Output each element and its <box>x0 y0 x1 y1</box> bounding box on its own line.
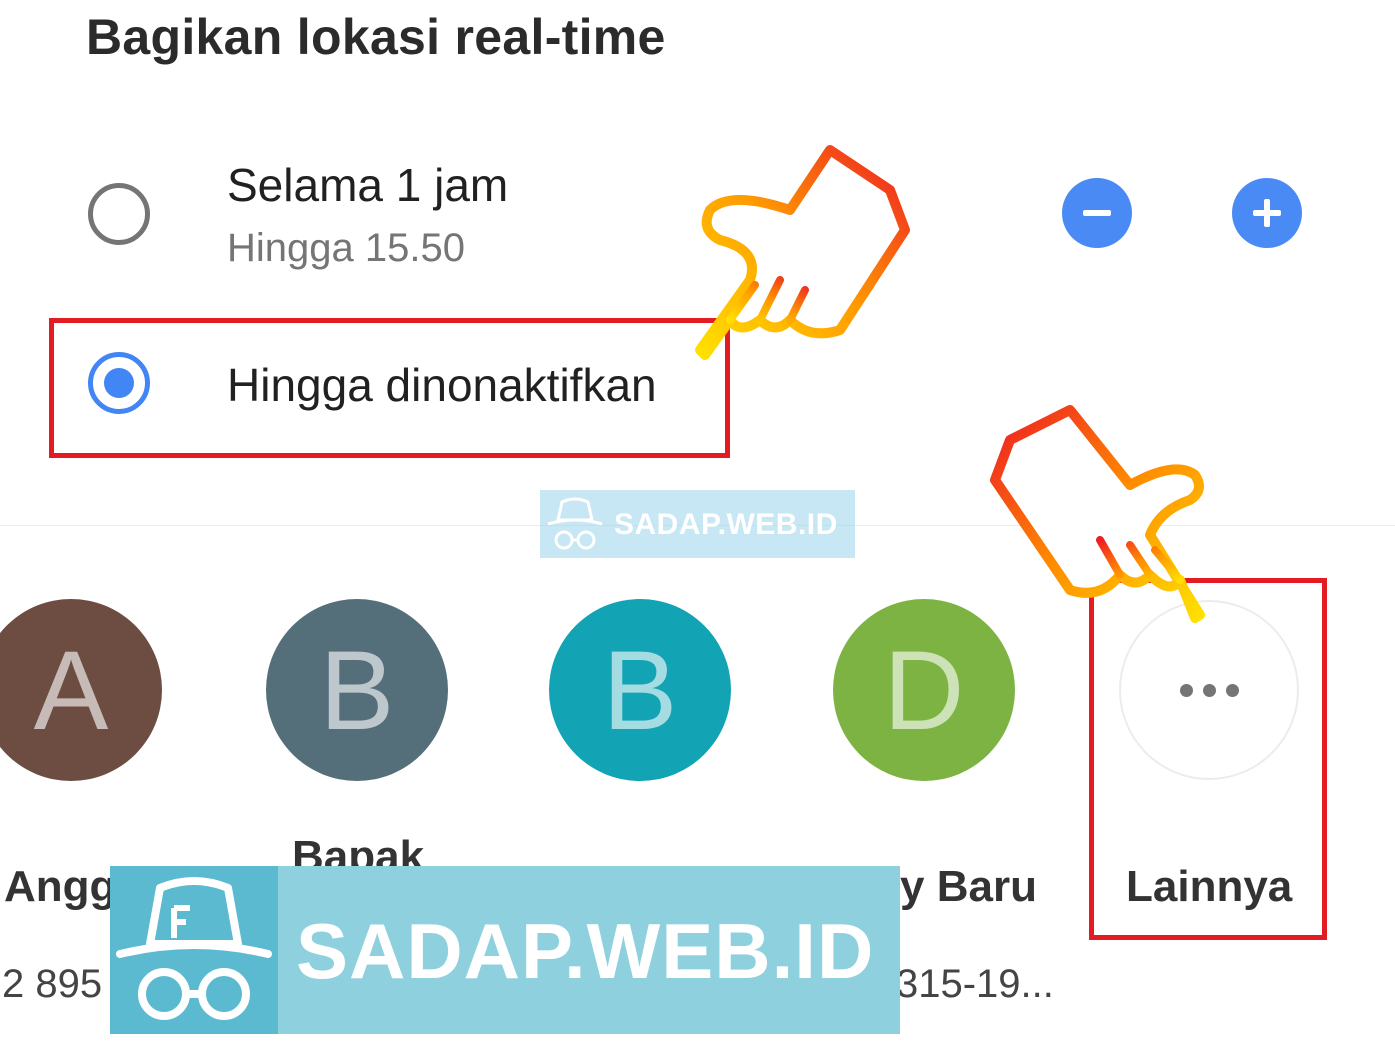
highlight-box <box>1089 578 1327 940</box>
minus-icon <box>1083 210 1111 216</box>
watermark-small: SADAP.WEB.ID <box>540 490 855 558</box>
avatar-initial: A <box>33 627 109 753</box>
pointing-hand-icon <box>990 405 1205 623</box>
contact-avatar[interactable]: D <box>833 599 1015 781</box>
contact-avatar[interactable]: A <box>0 599 162 781</box>
contact-name: y Baru <box>900 862 1037 911</box>
watermark-text: SADAP.WEB.ID <box>296 907 875 995</box>
radio-unselected[interactable] <box>88 183 150 245</box>
plus-icon <box>1253 199 1281 227</box>
contact-phone: 315-19... <box>896 962 1054 1006</box>
watermark-large: SADAP.WEB.ID <box>110 866 900 1034</box>
contact-avatar[interactable]: B <box>266 599 448 781</box>
avatar-initial: D <box>883 627 965 753</box>
increase-button[interactable] <box>1232 178 1302 248</box>
decrease-button[interactable] <box>1062 178 1132 248</box>
spy-logo-icon <box>547 497 603 550</box>
option-label: Selama 1 jam <box>227 159 509 211</box>
sheet-title: Bagikan lokasi real-time <box>86 9 666 65</box>
option-sublabel: Hingga 15.50 <box>227 226 465 270</box>
watermark-text: SADAP.WEB.ID <box>614 508 838 541</box>
pointing-hand-icon <box>695 145 910 360</box>
contact-phone: 2 895 <box>2 962 103 1006</box>
contact-avatar[interactable]: B <box>549 599 731 781</box>
avatar-initial: B <box>602 627 678 753</box>
watermark-logo-bg <box>110 866 278 1034</box>
contact-name: Angg <box>4 862 117 911</box>
spy-logo-icon <box>116 877 272 1020</box>
avatar-initial: B <box>319 627 395 753</box>
highlight-box <box>49 318 730 458</box>
